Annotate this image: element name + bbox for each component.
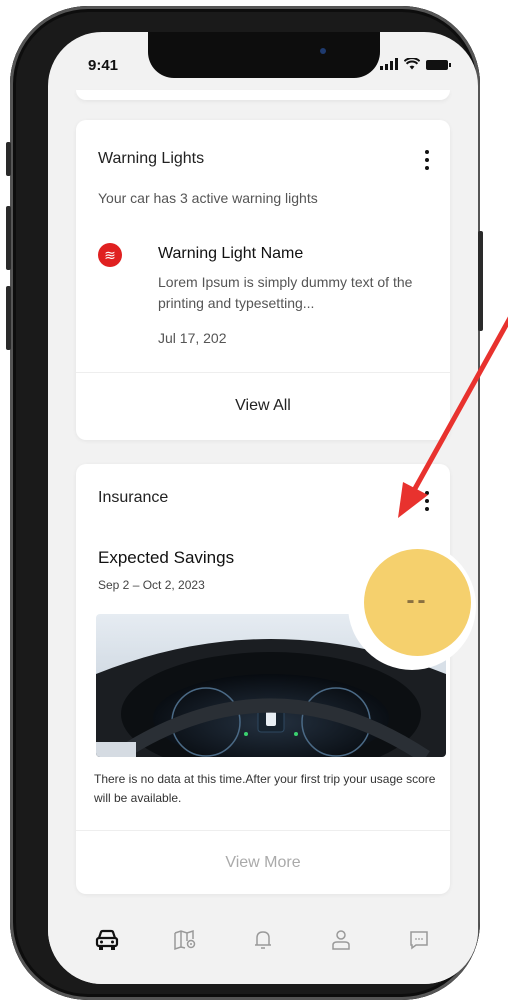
savings-period: Sep 2 – Oct 2, 2023 (98, 578, 205, 592)
card-divider (76, 372, 450, 373)
more-options-icon[interactable] (424, 150, 430, 170)
phone-frame: 9:41 Warning Lights Your car has 3 activ… (6, 6, 483, 1000)
cellular-signal-icon (380, 58, 398, 70)
insurance-title: Insurance (98, 489, 169, 506)
bell-icon (255, 931, 271, 949)
warning-lights-card: Warning Lights Your car has 3 active war… (76, 120, 450, 440)
previous-card-edge (76, 90, 450, 100)
insurance-card: Insurance Expected Savings Sep 2 – Oct 2… (76, 464, 450, 894)
volume-down-button (6, 286, 11, 350)
tab-vehicle[interactable] (87, 920, 127, 960)
user-icon (332, 930, 350, 950)
mute-switch (6, 142, 11, 176)
view-all-button[interactable]: View All (76, 397, 450, 415)
warning-lights-title: Warning Lights (98, 150, 205, 167)
warning-light-description: Lorem Ipsum is simply dummy text of the … (158, 274, 413, 311)
warning-light-icon: ≋ (98, 243, 122, 267)
warning-light-date: Jul 17, 202 (158, 330, 227, 346)
chat-icon (410, 931, 428, 950)
power-button (478, 231, 483, 331)
tab-account[interactable] (321, 920, 361, 960)
tab-map[interactable] (165, 920, 205, 960)
view-more-button[interactable]: View More (76, 854, 450, 872)
notch (148, 32, 380, 78)
card-divider (76, 830, 450, 831)
warning-light-name[interactable]: Warning Light Name (158, 245, 303, 263)
battery-icon (426, 60, 451, 70)
map-icon (174, 929, 196, 951)
status-time: 9:41 (88, 57, 119, 74)
tab-messages[interactable] (399, 920, 439, 960)
status-icons (380, 58, 451, 70)
front-camera (320, 48, 326, 54)
car-icon (95, 929, 119, 950)
volume-up-button (6, 206, 11, 270)
expected-savings-title: Expected Savings (98, 548, 235, 567)
warning-lights-subtitle: Your car has 3 active warning lights (98, 190, 318, 206)
more-options-icon[interactable] (424, 491, 430, 511)
tab-notifications[interactable] (243, 920, 283, 960)
bottom-tab-bar (48, 902, 478, 984)
wifi-icon (404, 58, 420, 70)
phone-screen: 9:41 Warning Lights Your car has 3 activ… (48, 32, 478, 984)
no-data-message: There is no data at this time.After your… (94, 772, 436, 805)
savings-value-highlight[interactable]: -- (364, 549, 471, 656)
